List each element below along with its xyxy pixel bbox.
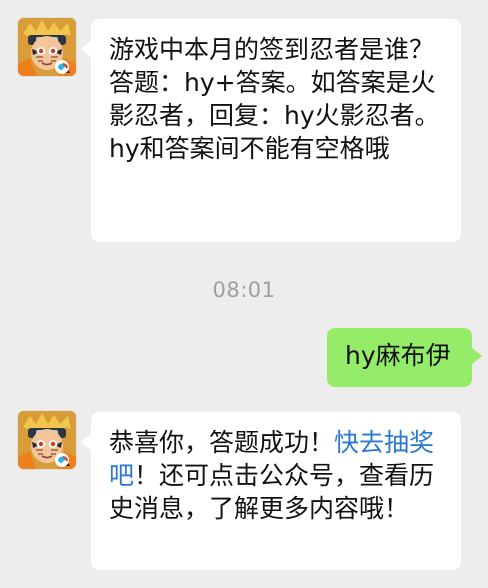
incoming-message-bubble[interactable]: 恭喜你，答题成功！快去抽奖吧！还可点击公众号，查看历史消息，了解更多内容哦！ <box>81 412 461 570</box>
message-text-prefix: 恭喜你，答题成功！ <box>109 428 335 457</box>
naruto-avatar-icon[interactable] <box>18 411 76 469</box>
chat-window: 游戏中本月的签到忍者是谁？答题：hy+答案。如答案是火影忍者，回复：hy火影忍者… <box>0 0 488 588</box>
outgoing-message-bubble[interactable]: hy麻布伊 <box>327 328 482 387</box>
message-text-suffix: ！还可点击公众号，查看历史消息，了解更多内容哦！ <box>109 461 435 523</box>
message-text: hy麻布伊 <box>345 341 451 370</box>
naruto-avatar-icon[interactable] <box>18 18 76 76</box>
incoming-message-bubble[interactable]: 游戏中本月的签到忍者是谁？答题：hy+答案。如答案是火影忍者，回复：hy火影忍者… <box>81 19 461 242</box>
message-timestamp: 08:01 <box>212 278 276 302</box>
message-text: 游戏中本月的签到忍者是谁？答题：hy+答案。如答案是火影忍者，回复：hy火影忍者… <box>109 35 440 163</box>
